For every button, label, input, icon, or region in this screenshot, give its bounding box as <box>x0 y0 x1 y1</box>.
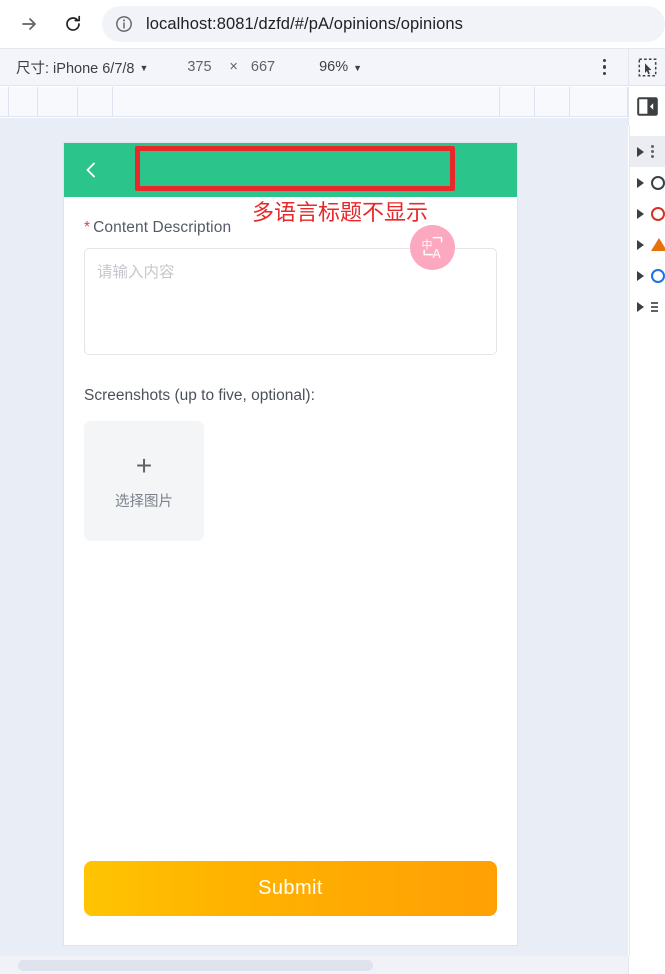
required-asterisk: * <box>84 219 91 236</box>
translate-icon[interactable]: 中 A <box>410 225 455 270</box>
opinion-form: *Content Description Screenshots (up to … <box>64 219 517 541</box>
submit-button[interactable]: Submit <box>84 861 497 916</box>
device-width-input[interactable]: 375 <box>182 59 216 75</box>
tab-cell[interactable] <box>9 87 38 116</box>
content-description-label-text: Content Description <box>93 219 232 236</box>
expand-triangle-icon[interactable] <box>637 301 644 312</box>
expand-triangle-icon[interactable] <box>637 177 644 188</box>
device-zoom-select[interactable]: 96% ▼ <box>319 59 362 75</box>
warning-triangle-icon <box>651 238 665 251</box>
dimension-separator: × <box>229 59 238 75</box>
forward-arrow-icon[interactable] <box>14 9 44 39</box>
console-row[interactable] <box>630 260 665 291</box>
devtools-tab-strip <box>0 87 628 117</box>
back-chevron-icon[interactable] <box>80 159 102 181</box>
kebab-menu-icon[interactable] <box>602 58 606 76</box>
url-text: localhost:8081/dzfd/#/pA/opinions/opinio… <box>146 14 464 33</box>
kebab-menu-icon <box>651 145 654 158</box>
expand-triangle-icon[interactable] <box>637 270 644 281</box>
console-row[interactable] <box>630 136 665 167</box>
device-height-input[interactable]: 667 <box>251 59 275 75</box>
panel-bottom-filler <box>628 956 665 974</box>
mobile-viewport: *Content Description Screenshots (up to … <box>64 143 517 945</box>
reload-icon[interactable] <box>58 9 88 39</box>
inspect-element-icon[interactable] <box>628 48 665 86</box>
horizontal-scrollbar-thumb[interactable] <box>18 960 373 971</box>
annotation-note: 多语言标题不显示 <box>252 201 429 226</box>
svg-text:中: 中 <box>421 238 432 251</box>
tab-cell[interactable] <box>570 87 628 116</box>
info-circle-icon <box>651 268 665 283</box>
list-bars-icon <box>651 301 658 312</box>
browser-toolbar: localhost:8081/dzfd/#/pA/opinions/opinio… <box>0 0 665 48</box>
error-circle-icon <box>651 206 665 221</box>
dock-panel-left-icon[interactable] <box>628 87 665 126</box>
image-uploader-button[interactable]: + 选择图片 <box>84 421 204 541</box>
submit-area: Submit <box>84 861 497 916</box>
console-row[interactable] <box>630 167 665 198</box>
tab-cell[interactable] <box>78 87 113 116</box>
screenshots-label: Screenshots (up to five, optional): <box>84 387 315 404</box>
address-bar[interactable]: localhost:8081/dzfd/#/pA/opinions/opinio… <box>102 6 665 42</box>
chevron-down-icon: ▼ <box>353 62 363 73</box>
circle-dark-icon <box>651 175 665 190</box>
tab-cell[interactable] <box>0 87 9 116</box>
tab-cell[interactable] <box>535 87 570 116</box>
device-size-select[interactable]: 尺寸: iPhone 6/7/8 ▼ <box>16 57 148 78</box>
expand-triangle-icon[interactable] <box>637 239 644 250</box>
tab-cell[interactable] <box>38 87 78 116</box>
info-circle-icon[interactable] <box>114 14 134 34</box>
device-zoom-label: 96% <box>319 59 349 75</box>
device-size-label: 尺寸: iPhone 6/7/8 <box>16 60 135 77</box>
svg-text:A: A <box>432 247 441 261</box>
console-row[interactable] <box>630 198 665 229</box>
chevron-down-icon: ▼ <box>139 62 149 73</box>
devtools-console-panel <box>629 126 665 974</box>
tab-cell[interactable] <box>500 87 535 116</box>
device-emulation-toolbar: 尺寸: iPhone 6/7/8 ▼ 375 × 667 96% ▼ <box>0 48 628 86</box>
console-row[interactable] <box>630 291 665 322</box>
app-header <box>64 143 517 197</box>
tab-cell[interactable] <box>113 87 500 116</box>
console-row[interactable] <box>630 229 665 260</box>
plus-icon: + <box>135 449 153 481</box>
expand-triangle-icon[interactable] <box>637 146 644 157</box>
uploader-label: 选择图片 <box>115 493 173 510</box>
expand-triangle-icon[interactable] <box>637 208 644 219</box>
